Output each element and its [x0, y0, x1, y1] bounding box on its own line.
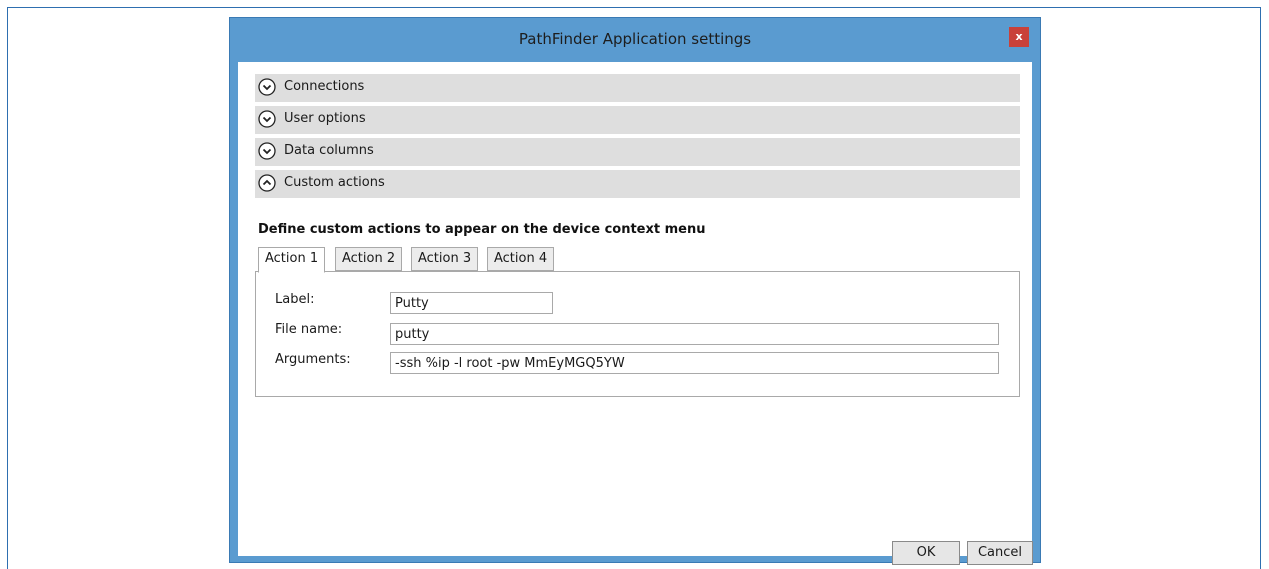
arguments-field-label: Arguments:: [275, 352, 351, 367]
label-input[interactable]: Putty: [390, 292, 553, 314]
file-name-field-label: File name:: [275, 322, 343, 337]
close-button[interactable]: x: [1009, 27, 1029, 47]
window-title: PathFinder Application settings: [518, 30, 752, 48]
title-bar[interactable]: PathFinder Application settings x: [230, 18, 1040, 62]
arguments-input[interactable]: -ssh %ip -l root -pw MmEyMGQ5YW: [390, 352, 999, 374]
file-name-input[interactable]: putty: [390, 323, 999, 345]
tab-action-2[interactable]: Action 2: [335, 247, 403, 271]
tab-action-1[interactable]: Action 1: [258, 247, 326, 273]
tab-action-3[interactable]: Action 3: [411, 247, 479, 271]
dialog-client-area: Connections User options Data columns Cu…: [238, 62, 1033, 565]
chevron-down-circle-icon: [258, 142, 276, 160]
cancel-button[interactable]: Cancel: [967, 541, 1033, 565]
section-label: Connections: [284, 79, 365, 94]
ok-button[interactable]: OK: [892, 541, 960, 565]
section-label: User options: [284, 111, 366, 126]
custom-actions-description: Define custom actions to appear on the d…: [258, 222, 706, 237]
section-connections[interactable]: Connections: [255, 74, 1020, 102]
section-label: Data columns: [284, 143, 374, 158]
section-custom-actions[interactable]: Custom actions: [255, 170, 1020, 198]
settings-dialog: PathFinder Application settings x Connec…: [229, 17, 1041, 565]
label-field-label: Label:: [275, 292, 315, 307]
chevron-up-circle-icon: [258, 174, 276, 192]
section-label: Custom actions: [284, 175, 385, 190]
section-user-options[interactable]: User options: [255, 106, 1020, 134]
tab-panel-action-1: Label: Putty File name: putty Arguments:…: [255, 271, 1020, 397]
section-data-columns[interactable]: Data columns: [255, 138, 1020, 166]
chevron-down-circle-icon: [258, 78, 276, 96]
chevron-down-circle-icon: [258, 110, 276, 128]
tab-action-4[interactable]: Action 4: [487, 247, 555, 271]
